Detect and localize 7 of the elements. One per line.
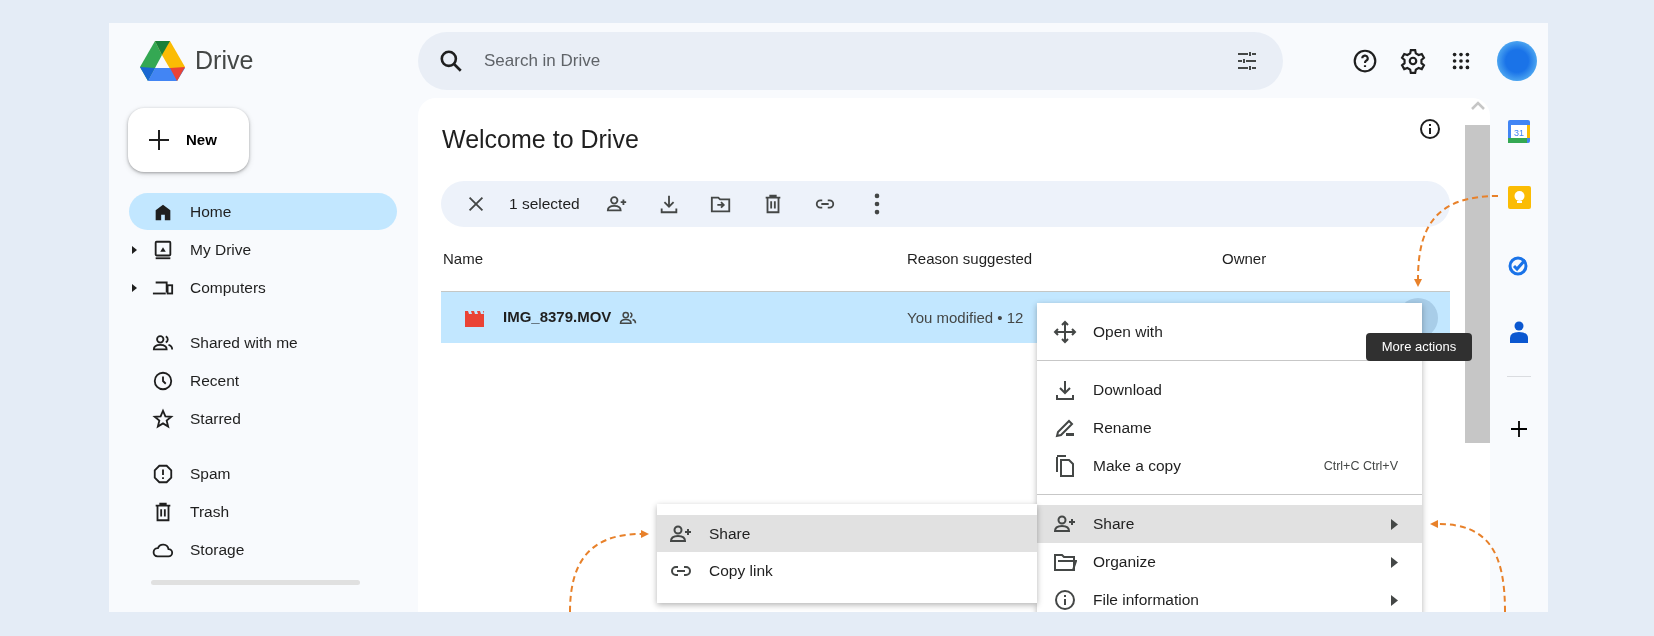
selection-count: 1 selected [509, 194, 580, 215]
file-name: IMG_8379.MOV [503, 307, 612, 328]
page-title: Welcome to Drive [442, 124, 639, 155]
reason-text: You modified • 12 [907, 308, 1024, 326]
app-name: Drive [195, 44, 254, 76]
shortcut-text: Ctrl+C Ctrl+V [1323, 457, 1398, 475]
tooltip: More actions [1366, 333, 1472, 361]
